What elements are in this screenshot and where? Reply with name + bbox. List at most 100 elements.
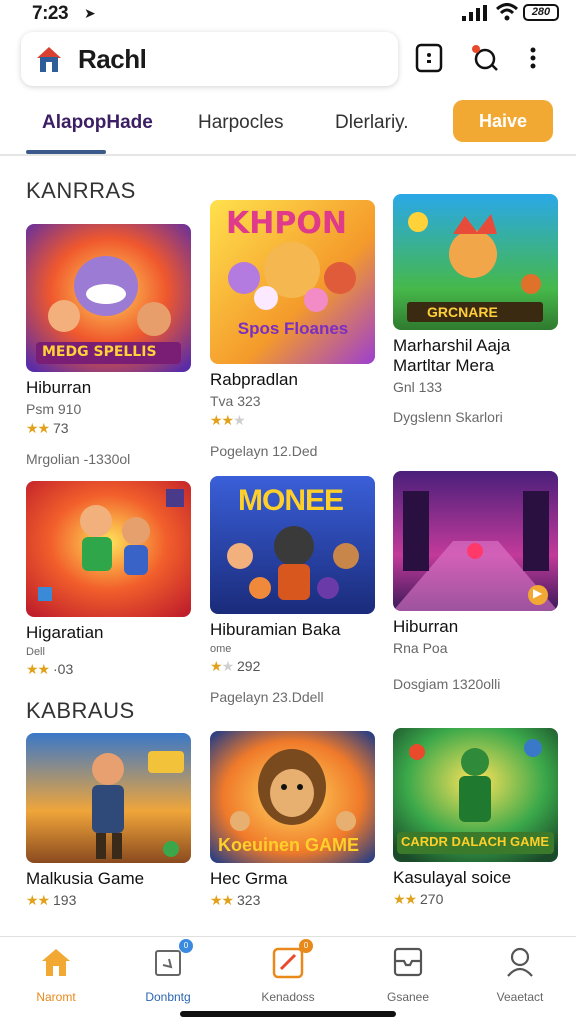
game-thumbnail[interactable]: ▶ bbox=[393, 471, 558, 611]
house-logo-icon bbox=[37, 47, 61, 72]
rating-text: 270 bbox=[420, 891, 444, 907]
nav-label: Veaetact bbox=[496, 990, 544, 1004]
star-rating-icon: ★★ bbox=[210, 892, 234, 908]
game-name: Rabpradlan bbox=[210, 370, 298, 389]
thumb-title: KHPON bbox=[226, 206, 347, 241]
game-meta: Dosgiam 1320olli bbox=[393, 676, 501, 692]
edit-icon-wrap: 0 bbox=[271, 939, 313, 979]
game-name: Malkusia Game bbox=[26, 869, 145, 888]
home-icon bbox=[42, 949, 70, 976]
battery-indicator: 280 bbox=[523, 4, 559, 21]
game-card[interactable]: Higaratian Dell ★★ ·03 bbox=[26, 481, 191, 678]
tab-bar: AlapopHade Harpocles Dlerlariy. Haive bbox=[0, 92, 576, 156]
game-meta: Mrgolian -1330ol bbox=[26, 451, 131, 467]
thumb-title: CARDR DALACH GAME bbox=[401, 834, 550, 849]
thumb-title: MEDG SPELLIS bbox=[42, 344, 157, 360]
tab-dlerlariy[interactable]: Dlerlariy. bbox=[335, 112, 409, 134]
game-card[interactable]: Koeuinen GAME Hec Grma ★★ 323 bbox=[210, 731, 375, 909]
star-rating-icon: ★★ bbox=[210, 658, 234, 674]
game-name: Hiburran bbox=[26, 378, 92, 397]
game-rating: ★★ 323 bbox=[210, 892, 375, 909]
game-card[interactable]: Malkusia Game ★★ 193 bbox=[26, 733, 191, 909]
game-thumbnail[interactable]: Koeuinen GAME bbox=[210, 731, 375, 863]
nav-label: Kenadoss bbox=[261, 990, 315, 1004]
nav-item-inbox[interactable]: Gsanee bbox=[358, 945, 458, 1004]
nav-item-profile[interactable]: Veaetact bbox=[470, 945, 570, 1004]
game-card[interactable]: KHPON Spos Floanes Rabpradlan Tva 323 ★★… bbox=[210, 200, 375, 459]
game-rating: ★★ 270 bbox=[393, 891, 558, 908]
gallery-icon-wrap: 0 bbox=[151, 939, 193, 979]
star-rating-icon: ★★★ bbox=[210, 412, 246, 428]
rating-text: 193 bbox=[53, 892, 77, 908]
nav-label: Naromt bbox=[36, 990, 76, 1004]
game-name: Hiburamian Baka bbox=[210, 620, 341, 639]
game-thumbnail[interactable]: MEDG SPELLIS bbox=[26, 224, 191, 372]
game-name: Hec Grma bbox=[210, 869, 288, 888]
nav-item-gallery[interactable]: 0 Donbntg bbox=[118, 939, 218, 1004]
game-card[interactable]: CARDR DALACH GAME Kasulayal soice ★★ 270 bbox=[393, 728, 558, 908]
rating-text: 323 bbox=[237, 892, 261, 908]
game-thumbnail[interactable]: GRCNARE bbox=[393, 194, 558, 330]
section-title-kabraus: KABRAUS bbox=[26, 698, 135, 723]
rating-text: ·03 bbox=[53, 661, 74, 677]
tab-alapophade[interactable]: AlapopHade bbox=[42, 112, 153, 134]
game-rating: ★★ 193 bbox=[26, 892, 191, 909]
signal-icon bbox=[462, 5, 487, 21]
game-name: Hiburran bbox=[393, 617, 459, 636]
status-time: 7:23 bbox=[32, 3, 69, 24]
rating-text: 73 bbox=[53, 420, 69, 436]
active-tab-indicator bbox=[26, 150, 106, 154]
game-subtitle: Dell bbox=[26, 646, 45, 658]
tab-haive-button[interactable]: Haive bbox=[453, 100, 553, 142]
tab-harpocles[interactable]: Harpocles bbox=[198, 112, 284, 134]
game-rating: ★★ 73 bbox=[26, 420, 191, 437]
game-thumbnail[interactable]: CARDR DALACH GAME bbox=[393, 728, 558, 862]
play-arrow-icon[interactable]: ▶ bbox=[533, 586, 542, 600]
inbox-icon bbox=[393, 947, 423, 977]
game-card[interactable]: MONEE Hiburamian Baka ome ★★ 292 Pagelay… bbox=[210, 476, 375, 705]
app-screen: 7:23 ➤ 280 Rachl AlapopHade Harpocles Dl… bbox=[0, 0, 576, 1024]
profile-icon bbox=[507, 947, 533, 977]
notification-badge: 0 bbox=[299, 939, 313, 953]
star-rating-icon: ★★ bbox=[26, 661, 50, 677]
more-options-icon[interactable] bbox=[525, 42, 541, 74]
section-title-kanrras: KANRRAS bbox=[26, 178, 136, 203]
status-bar: 7:23 ➤ 280 bbox=[0, 0, 576, 26]
game-thumbnail[interactable] bbox=[26, 733, 191, 863]
game-rating: ★★ 292 bbox=[210, 658, 375, 675]
game-name: Kasulayal soice bbox=[393, 868, 512, 887]
game-name: Marharshil Aaja Martltar Mera bbox=[393, 336, 511, 375]
game-meta: Pogelayn 12.Ded bbox=[210, 443, 318, 459]
game-subtitle: Psm 910 bbox=[26, 401, 82, 417]
home-indicator[interactable] bbox=[180, 1011, 396, 1017]
thumb-subtitle: Spos Floanes bbox=[237, 319, 349, 338]
game-card[interactable]: MEDG SPELLIS Hiburran Psm 910 ★★ 73 Mrgo… bbox=[26, 224, 191, 467]
star-rating-icon: ★★ bbox=[26, 892, 50, 908]
game-subtitle: Rna Poa bbox=[393, 640, 448, 656]
game-subtitle: ome bbox=[210, 643, 232, 655]
game-thumbnail[interactable]: KHPON Spos Floanes bbox=[210, 200, 375, 364]
notification-badge: 0 bbox=[179, 939, 193, 953]
game-thumbnail[interactable] bbox=[26, 481, 191, 617]
game-name: Higaratian bbox=[26, 623, 104, 642]
notification-icon[interactable] bbox=[470, 42, 500, 74]
game-card[interactable]: GRCNARE Marharshil Aaja Martltar Mera Gn… bbox=[393, 194, 558, 425]
nav-item-edit[interactable]: 0 Kenadoss bbox=[238, 939, 338, 1004]
rating-text: 292 bbox=[237, 658, 261, 674]
thumb-title: GRCNARE bbox=[427, 304, 498, 320]
star-rating-icon: ★★ bbox=[26, 420, 50, 436]
nav-label: Gsanee bbox=[386, 990, 430, 1004]
thumb-title: Koeuinen GAME bbox=[218, 835, 360, 855]
wifi-icon bbox=[496, 3, 518, 21]
app-title: Rachl bbox=[78, 44, 147, 74]
location-arrow-icon: ➤ bbox=[84, 5, 96, 21]
chat-icon[interactable] bbox=[414, 42, 444, 74]
game-meta: Pagelayn 23.Ddell bbox=[210, 689, 324, 705]
game-thumbnail[interactable]: MONEE bbox=[210, 476, 375, 614]
game-rating: ★★★ bbox=[210, 412, 375, 429]
game-subtitle: Tva 323 bbox=[210, 393, 261, 409]
star-rating-icon: ★★ bbox=[393, 891, 417, 907]
game-card[interactable]: ▶ Hiburran Rna Poa Dosgiam 1320olli bbox=[393, 471, 558, 692]
app-header[interactable]: Rachl bbox=[21, 32, 398, 86]
nav-item-home[interactable]: Naromt bbox=[6, 945, 106, 1004]
